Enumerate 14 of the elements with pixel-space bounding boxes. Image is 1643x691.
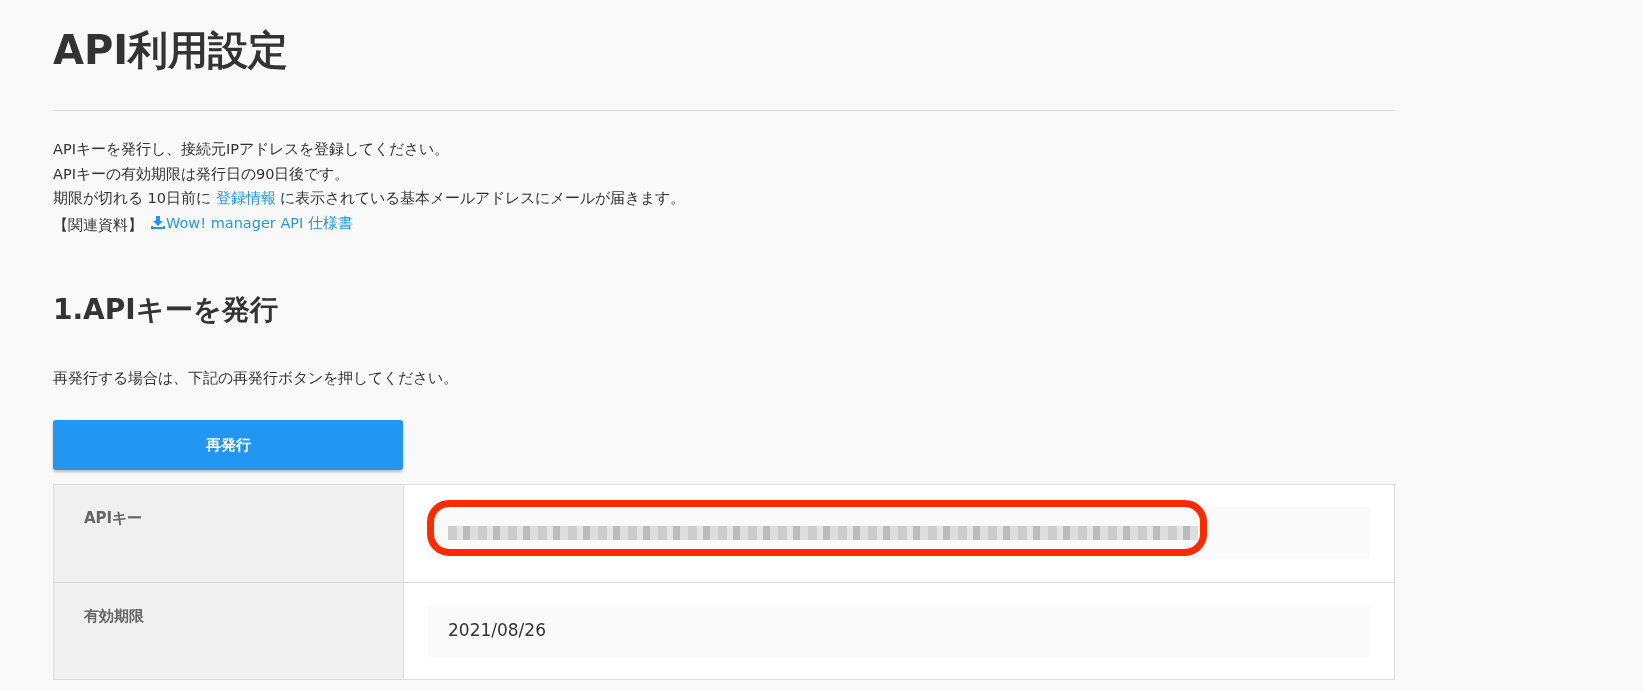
row-label: APIキー: [54, 485, 404, 583]
intro-text: 期限が切れる 10日前に 登録情報 に表示されている基本メールアドレスにメールが届きます。: [53, 190, 686, 206]
intro-text: APIキーの有効期限は発行日の90日後です。: [53, 164, 351, 184]
download-icon: [151, 216, 165, 230]
related-label: 【関連資料】: [53, 216, 143, 233]
spec-download-link[interactable]: Wow! manager API 仕様書: [143, 210, 353, 235]
row-label: 有効期限: [54, 583, 404, 680]
section-heading: 1.APIキーを発行: [53, 292, 279, 327]
page-title: API利用設定: [53, 26, 290, 74]
intro-text: APIキーを発行し、接続元IPアドレスを登録してください。: [53, 140, 450, 159]
expiry-date: 2021/08/26: [448, 619, 546, 643]
registration-link[interactable]: 登録情報: [215, 190, 276, 206]
reissue-button[interactable]: 再発行: [53, 420, 403, 471]
instruction-text: 再発行する場合は、下記の再発行ボタンを押してください。: [53, 369, 459, 389]
